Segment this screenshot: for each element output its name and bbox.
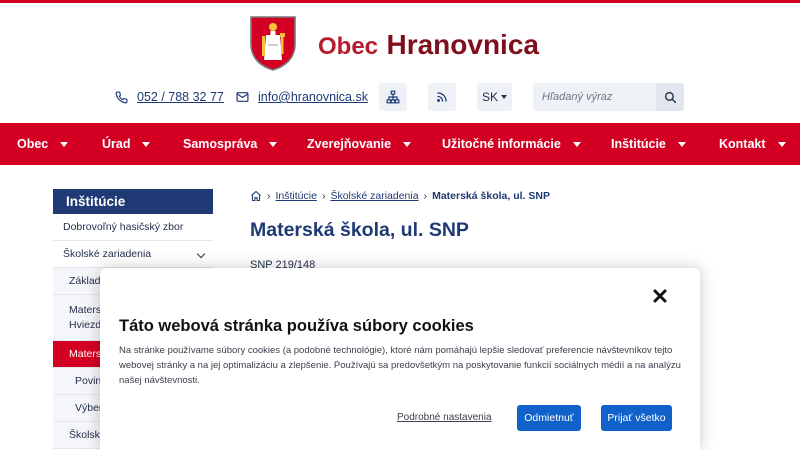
page-title: Materská škola, ul. SNP [250,219,469,241]
search-button[interactable] [656,83,684,111]
mail-icon [236,92,249,102]
sitemap-icon [386,90,400,104]
sidebar-item-skolske-zariadenia[interactable]: Školské zariadenia [53,241,213,268]
site-title-name: Hranovnica [386,29,539,60]
breadcrumb-link[interactable]: Inštitúcie [276,190,317,202]
language-current: SK [481,90,498,104]
chevron-down-icon [196,249,206,259]
cookie-title: Táto webová stránka používa súbory cooki… [119,317,474,335]
site-title-prefix: Obec [318,33,379,60]
phone-link[interactable]: 052 / 788 32 77 [115,83,224,111]
phone-number: 052 / 788 32 77 [137,90,224,104]
cookie-settings-link[interactable]: Podrobné nastavenia [397,412,492,423]
site-logo[interactable]: Obec Hranovnica [248,13,539,73]
nav-item-label: Inštitúcie [611,137,666,151]
nav-item-obec[interactable]: Obec [17,123,69,165]
cookie-consent-dialog: Táto webová stránka používa súbory cooki… [100,268,700,450]
rss-icon [437,92,447,102]
reject-cookies-button[interactable]: Odmietnuť [517,405,581,431]
caret-down-icon [142,141,151,147]
home-icon[interactable] [250,190,262,202]
language-select[interactable]: SK [477,83,512,111]
nav-item-kontakt[interactable]: Kontakt [719,123,786,165]
caret-down-icon [60,141,69,147]
main-nav: Obec Úrad Samospráva Zverejňovanie Užito… [0,123,800,165]
nav-item-uzitocne-informacie[interactable]: Užitočné informácie [442,123,581,165]
nav-item-samosprava[interactable]: Samospráva [183,123,278,165]
search-box [533,83,684,111]
nav-item-label: Kontakt [719,137,766,151]
email-address: info@hranovnica.sk [258,90,368,104]
caret-down-icon [777,141,786,147]
chevron-right-icon: › [423,190,428,202]
cookie-description: Na stránke používame súbory cookies (a p… [119,345,681,386]
sidebar-title: Inštitúcie [53,189,213,214]
nav-item-label: Samospráva [183,137,258,151]
sidebar-item-label: Školské zariadenia [63,248,152,260]
phone-icon [115,90,128,103]
nav-item-label: Zverejňovanie [307,137,392,151]
coat-of-arms-icon [250,16,296,71]
nav-item-zverejnovanie[interactable]: Zverejňovanie [307,123,412,165]
email-link[interactable]: info@hranovnica.sk [236,83,368,111]
breadcrumb-link[interactable]: Školské zariadenia [330,190,418,202]
nav-item-institucie[interactable]: Inštitúcie [611,123,686,165]
chevron-right-icon: › [321,190,326,202]
breadcrumb-current: Materská škola, ul. SNP [432,190,550,202]
rss-button[interactable] [428,83,456,111]
search-input[interactable] [533,83,655,111]
nav-item-label: Úrad [102,137,131,151]
accept-all-cookies-button[interactable]: Prijať všetko [601,405,672,431]
sitemap-button[interactable] [379,83,407,111]
contact-bar: 052 / 788 32 77 info@hranovnica.sk SK [0,83,800,111]
caret-down-icon [572,141,581,147]
nav-item-label: Obec [17,137,49,151]
caret-down-icon [677,141,686,147]
caret-down-icon [269,141,278,147]
nav-item-label: Užitočné informácie [442,137,561,151]
search-icon [664,91,676,103]
top-accent-line [0,0,800,3]
caret-down-icon [403,141,412,147]
nav-item-urad[interactable]: Úrad [102,123,151,165]
breadcrumb: › Inštitúcie › Školské zariadenia › Mate… [250,189,550,203]
sidebar-item-dhz[interactable]: Dobrovoľný hasičský zbor [53,214,213,241]
chevron-right-icon: › [267,190,271,202]
site-title: Obec Hranovnica [318,29,539,61]
close-icon[interactable] [652,288,668,304]
caret-down-icon [501,95,507,99]
